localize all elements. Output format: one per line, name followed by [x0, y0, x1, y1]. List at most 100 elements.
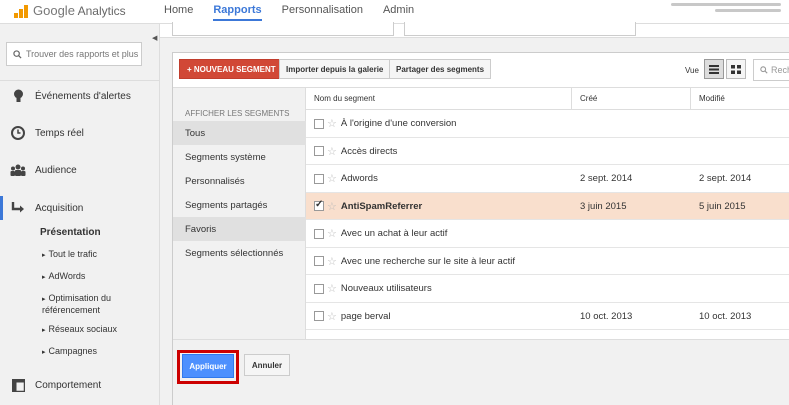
import-gallery-button[interactable]: Importer depuis la galerie — [279, 59, 391, 79]
nav-admin[interactable]: Admin — [383, 4, 414, 21]
filter-shared[interactable]: Segments partagés — [173, 193, 306, 217]
logo-product-text: Analytics — [77, 4, 126, 18]
table-row[interactable]: ☆ page berval 10 oct. 2013 10 oct. 2013 — [306, 303, 789, 330]
list-view-button[interactable] — [704, 59, 724, 79]
submenu-campaigns[interactable]: ▸ Campagnes — [42, 346, 97, 356]
google-analytics-logo[interactable]: Google Analytics — [14, 3, 126, 18]
people-icon — [10, 162, 26, 178]
cancel-button[interactable]: Annuler — [244, 354, 290, 376]
table-row[interactable]: ☆ À l'origine d'une conversion — [306, 110, 789, 138]
sidebar-item-acquisition[interactable]: Acquisition — [0, 196, 160, 220]
filter-all[interactable]: Tous — [173, 121, 306, 145]
segment-name: Avec une recherche sur le site à leur ac… — [340, 255, 515, 267]
segment-name-cell: ☆ À l'origine d'une conversion — [306, 110, 572, 137]
analytics-logo-icon — [14, 4, 29, 18]
sidebar-item-label: Audience — [35, 164, 77, 176]
filter-system[interactable]: Segments système — [173, 145, 306, 169]
segment-checkbox[interactable] — [314, 146, 324, 156]
star-icon[interactable]: ☆ — [327, 282, 337, 295]
segment-table: Nom du segment Créé Modifié ☆ À l'origine… — [306, 88, 789, 339]
clock-icon — [10, 125, 26, 141]
segment-checkbox[interactable] — [314, 311, 324, 321]
segment-search-placeholder: Rech — [771, 65, 789, 75]
collapse-sidebar-icon[interactable]: ◀ — [152, 34, 157, 42]
star-icon[interactable]: ☆ — [327, 117, 337, 130]
segment-checkbox[interactable] — [314, 283, 324, 294]
table-row[interactable]: ☆ Nouveaux utilisateurs — [306, 275, 789, 303]
search-icon — [13, 49, 22, 59]
sidebar-item-label: Événements d'alertes — [35, 90, 131, 102]
segment-created: 10 oct. 2013 — [580, 310, 633, 322]
segment-modified: 5 juin 2015 — [699, 200, 746, 212]
report-header-box — [404, 22, 636, 36]
segment-name-cell: ☆ Avec une recherche sur le site à leur a… — [306, 248, 572, 275]
segment-name: À l'origine d'une conversion — [340, 118, 457, 129]
star-icon[interactable]: ☆ — [327, 310, 337, 323]
table-row[interactable]: ☆ Avec un achat à leur actif — [306, 220, 789, 248]
segment-name-cell: ☆AntiSpamReferrer — [306, 193, 572, 220]
segment-name-cell: ☆ Adwords — [306, 165, 572, 192]
star-icon[interactable]: ☆ — [327, 255, 337, 268]
table-row[interactable]: ☆AntiSpamReferrer 3 juin 2015 5 juin 2015 — [306, 192, 789, 220]
sidebar-item-behavior[interactable]: Comportement — [0, 373, 160, 397]
segment-checkbox[interactable] — [314, 228, 324, 239]
nav-rapports[interactable]: Rapports — [213, 4, 262, 21]
column-header-name[interactable]: Nom du segment — [306, 88, 572, 110]
segment-search-field[interactable]: Rech — [753, 59, 789, 81]
table-row[interactable]: ☆ Avec une recherche sur le site à leur a… — [306, 248, 789, 275]
nav-home[interactable]: Home — [164, 4, 193, 21]
grid-view-button[interactable] — [726, 59, 746, 79]
segment-checkbox[interactable] — [314, 173, 324, 184]
filter-favorites[interactable]: Favoris — [173, 217, 306, 241]
sidebar: ◀ Événements d'alertes Temps réel Audien… — [0, 24, 160, 405]
segment-checkbox[interactable] — [314, 256, 324, 266]
column-header-created[interactable]: Créé — [572, 88, 691, 110]
sidebar-item-realtime[interactable]: Temps réel — [0, 121, 160, 145]
nav-personnalisation[interactable]: Personnalisation — [282, 4, 363, 21]
segment-picker-panel: + NOUVEAU SEGMENT Importer depuis la gal… — [172, 52, 789, 405]
submenu-social[interactable]: ▸ Réseaux sociaux — [42, 324, 117, 334]
caret-right-icon: ▸ — [42, 252, 46, 259]
share-segments-button[interactable]: Partager des segments — [389, 59, 492, 79]
segment-name: AntiSpamReferrer — [340, 200, 423, 212]
filter-custom[interactable]: Personnalisés — [173, 169, 306, 193]
behavior-icon — [10, 377, 26, 393]
report-header-strip — [160, 22, 789, 38]
segment-checkbox[interactable] — [314, 118, 324, 129]
caret-right-icon: ▸ — [42, 274, 46, 281]
segment-name: Adwords — [340, 173, 378, 184]
submenu-adwords[interactable]: ▸ AdWords — [42, 271, 85, 281]
segment-panel-footer: Appliquer Annuler — [173, 339, 789, 405]
report-header-box — [172, 22, 394, 36]
segment-filter-header: AFFICHER LES SEGMENTS — [185, 109, 290, 118]
star-icon[interactable]: ☆ — [327, 172, 337, 185]
top-bar: Google Analytics Home Rapports Personnal… — [0, 0, 789, 24]
segment-name-cell: ☆ Nouveaux utilisateurs — [306, 275, 572, 302]
submenu-overview[interactable]: Présentation — [40, 227, 101, 238]
table-row[interactable]: ☆ Adwords 2 sept. 2014 2 sept. 2014 — [306, 165, 789, 193]
star-icon[interactable]: ☆ — [327, 227, 337, 240]
main-area: + NOUVEAU SEGMENT Importer depuis la gal… — [160, 22, 789, 405]
segment-created: 10 oct. 2013 — [580, 330, 632, 339]
main-nav: Home Rapports Personnalisation Admin — [164, 4, 434, 21]
view-label: Vue — [685, 66, 699, 75]
star-icon[interactable]: ☆ — [327, 145, 337, 158]
apply-button[interactable]: Appliquer — [182, 354, 234, 378]
table-row[interactable]: ☆ Accès directs — [306, 138, 789, 165]
filter-selected[interactable]: Segments sélectionnés — [173, 241, 306, 265]
table-row[interactable]: ☆réf naturel sans nom/marque 10 oct. 2013… — [306, 330, 789, 339]
submenu-seo[interactable]: ▸ Optimisation du référencement — [42, 293, 142, 316]
report-search-input[interactable] — [26, 49, 143, 59]
sidebar-item-alerts[interactable]: Événements d'alertes — [0, 84, 160, 108]
caret-right-icon: ▸ — [42, 296, 46, 303]
report-search-box[interactable] — [6, 42, 143, 66]
divider — [0, 80, 160, 81]
segment-checkbox[interactable] — [314, 199, 324, 211]
new-segment-button[interactable]: + NOUVEAU SEGMENT — [179, 59, 284, 79]
star-icon[interactable]: ☆ — [327, 200, 337, 213]
sidebar-item-audience[interactable]: Audience — [0, 158, 160, 182]
blurred-account-info — [671, 3, 781, 19]
column-header-modified[interactable]: Modifié — [691, 88, 789, 110]
sidebar-item-label: Comportement — [35, 379, 102, 391]
submenu-all-traffic[interactable]: ▸ Tout le trafic — [42, 249, 97, 259]
